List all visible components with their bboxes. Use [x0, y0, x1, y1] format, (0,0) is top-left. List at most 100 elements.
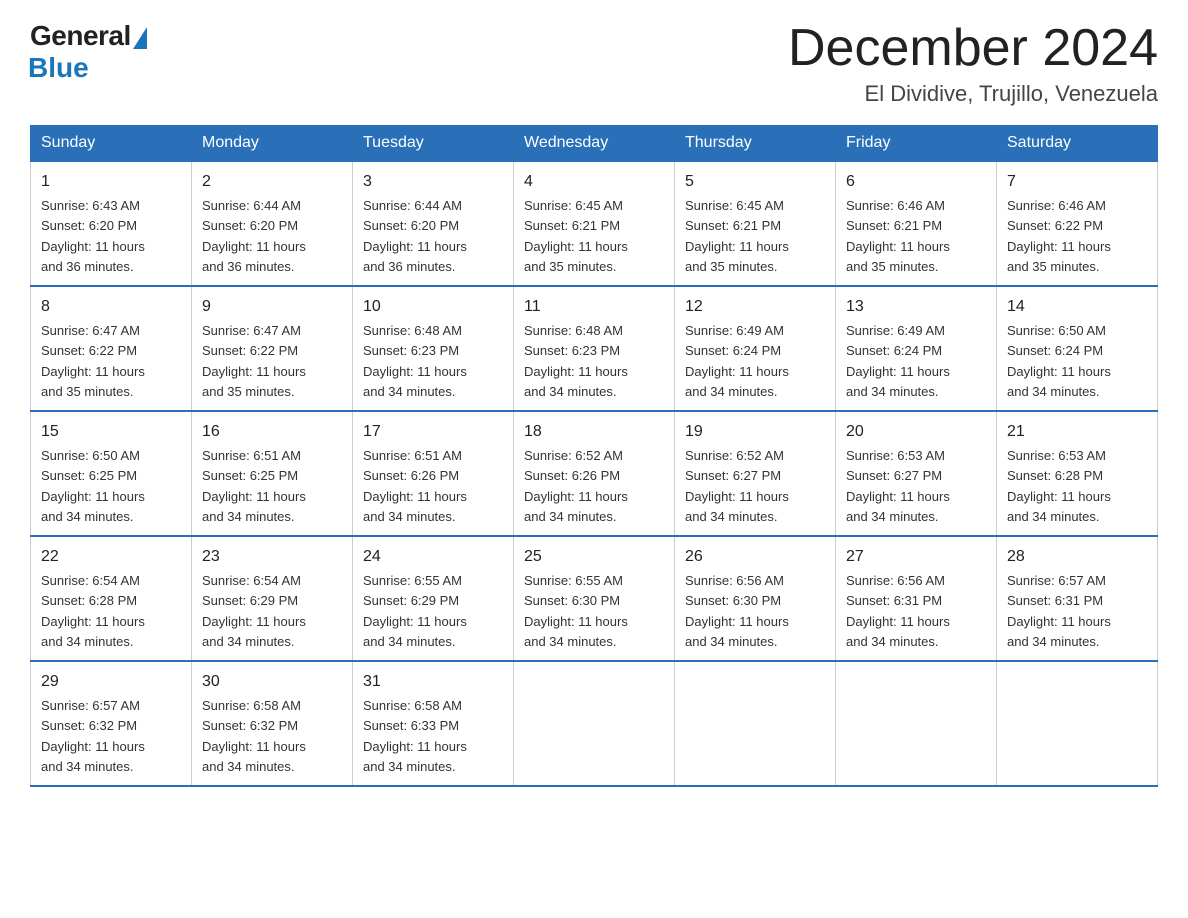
- calendar-cell: 24 Sunrise: 6:55 AMSunset: 6:29 PMDaylig…: [353, 536, 514, 661]
- header-day-thursday: Thursday: [675, 126, 836, 162]
- day-number: 7: [1007, 170, 1147, 194]
- week-row-4: 22 Sunrise: 6:54 AMSunset: 6:28 PMDaylig…: [31, 536, 1158, 661]
- day-info: Sunrise: 6:45 AMSunset: 6:21 PMDaylight:…: [685, 198, 789, 274]
- day-info: Sunrise: 6:43 AMSunset: 6:20 PMDaylight:…: [41, 198, 145, 274]
- day-info: Sunrise: 6:51 AMSunset: 6:25 PMDaylight:…: [202, 448, 306, 524]
- day-info: Sunrise: 6:56 AMSunset: 6:31 PMDaylight:…: [846, 573, 950, 649]
- day-number: 4: [524, 170, 664, 194]
- day-info: Sunrise: 6:44 AMSunset: 6:20 PMDaylight:…: [202, 198, 306, 274]
- calendar-header: SundayMondayTuesdayWednesdayThursdayFrid…: [31, 126, 1158, 162]
- calendar-cell: 11 Sunrise: 6:48 AMSunset: 6:23 PMDaylig…: [514, 286, 675, 411]
- day-number: 23: [202, 545, 342, 569]
- calendar-cell: 25 Sunrise: 6:55 AMSunset: 6:30 PMDaylig…: [514, 536, 675, 661]
- day-number: 17: [363, 420, 503, 444]
- calendar-cell: 29 Sunrise: 6:57 AMSunset: 6:32 PMDaylig…: [31, 661, 192, 786]
- day-number: 12: [685, 295, 825, 319]
- day-info: Sunrise: 6:54 AMSunset: 6:28 PMDaylight:…: [41, 573, 145, 649]
- week-row-3: 15 Sunrise: 6:50 AMSunset: 6:25 PMDaylig…: [31, 411, 1158, 536]
- day-info: Sunrise: 6:58 AMSunset: 6:32 PMDaylight:…: [202, 698, 306, 774]
- day-info: Sunrise: 6:50 AMSunset: 6:25 PMDaylight:…: [41, 448, 145, 524]
- day-number: 22: [41, 545, 181, 569]
- calendar-cell: [514, 661, 675, 786]
- day-number: 28: [1007, 545, 1147, 569]
- day-number: 9: [202, 295, 342, 319]
- day-number: 29: [41, 670, 181, 694]
- day-number: 16: [202, 420, 342, 444]
- logo-general-text: General: [30, 20, 131, 52]
- day-number: 10: [363, 295, 503, 319]
- calendar-cell: 31 Sunrise: 6:58 AMSunset: 6:33 PMDaylig…: [353, 661, 514, 786]
- day-info: Sunrise: 6:47 AMSunset: 6:22 PMDaylight:…: [41, 323, 145, 399]
- calendar-cell: 23 Sunrise: 6:54 AMSunset: 6:29 PMDaylig…: [192, 536, 353, 661]
- logo-blue-text: Blue: [28, 52, 89, 84]
- day-info: Sunrise: 6:45 AMSunset: 6:21 PMDaylight:…: [524, 198, 628, 274]
- day-number: 25: [524, 545, 664, 569]
- month-title: December 2024: [788, 20, 1158, 77]
- day-info: Sunrise: 6:48 AMSunset: 6:23 PMDaylight:…: [524, 323, 628, 399]
- day-info: Sunrise: 6:46 AMSunset: 6:22 PMDaylight:…: [1007, 198, 1111, 274]
- day-info: Sunrise: 6:57 AMSunset: 6:32 PMDaylight:…: [41, 698, 145, 774]
- day-number: 5: [685, 170, 825, 194]
- day-info: Sunrise: 6:54 AMSunset: 6:29 PMDaylight:…: [202, 573, 306, 649]
- logo: General Blue: [30, 20, 147, 84]
- day-info: Sunrise: 6:49 AMSunset: 6:24 PMDaylight:…: [846, 323, 950, 399]
- day-number: 2: [202, 170, 342, 194]
- day-number: 14: [1007, 295, 1147, 319]
- calendar-cell: 1 Sunrise: 6:43 AMSunset: 6:20 PMDayligh…: [31, 161, 192, 286]
- calendar-cell: 9 Sunrise: 6:47 AMSunset: 6:22 PMDayligh…: [192, 286, 353, 411]
- header-row: SundayMondayTuesdayWednesdayThursdayFrid…: [31, 126, 1158, 162]
- day-number: 11: [524, 295, 664, 319]
- day-number: 3: [363, 170, 503, 194]
- calendar-cell: 21 Sunrise: 6:53 AMSunset: 6:28 PMDaylig…: [997, 411, 1158, 536]
- calendar-cell: 3 Sunrise: 6:44 AMSunset: 6:20 PMDayligh…: [353, 161, 514, 286]
- calendar-cell: [836, 661, 997, 786]
- day-info: Sunrise: 6:53 AMSunset: 6:28 PMDaylight:…: [1007, 448, 1111, 524]
- day-info: Sunrise: 6:51 AMSunset: 6:26 PMDaylight:…: [363, 448, 467, 524]
- page-header: General Blue December 2024 El Dividive, …: [30, 20, 1158, 107]
- day-info: Sunrise: 6:58 AMSunset: 6:33 PMDaylight:…: [363, 698, 467, 774]
- week-row-2: 8 Sunrise: 6:47 AMSunset: 6:22 PMDayligh…: [31, 286, 1158, 411]
- calendar-cell: [997, 661, 1158, 786]
- day-info: Sunrise: 6:56 AMSunset: 6:30 PMDaylight:…: [685, 573, 789, 649]
- header-day-monday: Monday: [192, 126, 353, 162]
- calendar-cell: 27 Sunrise: 6:56 AMSunset: 6:31 PMDaylig…: [836, 536, 997, 661]
- day-number: 26: [685, 545, 825, 569]
- calendar-cell: 12 Sunrise: 6:49 AMSunset: 6:24 PMDaylig…: [675, 286, 836, 411]
- day-number: 8: [41, 295, 181, 319]
- logo-triangle-icon: [133, 27, 147, 49]
- calendar-cell: [675, 661, 836, 786]
- calendar-cell: 6 Sunrise: 6:46 AMSunset: 6:21 PMDayligh…: [836, 161, 997, 286]
- week-row-1: 1 Sunrise: 6:43 AMSunset: 6:20 PMDayligh…: [31, 161, 1158, 286]
- calendar-cell: 10 Sunrise: 6:48 AMSunset: 6:23 PMDaylig…: [353, 286, 514, 411]
- calendar-cell: 13 Sunrise: 6:49 AMSunset: 6:24 PMDaylig…: [836, 286, 997, 411]
- day-number: 31: [363, 670, 503, 694]
- calendar-cell: 28 Sunrise: 6:57 AMSunset: 6:31 PMDaylig…: [997, 536, 1158, 661]
- day-number: 6: [846, 170, 986, 194]
- header-day-friday: Friday: [836, 126, 997, 162]
- calendar-cell: 4 Sunrise: 6:45 AMSunset: 6:21 PMDayligh…: [514, 161, 675, 286]
- calendar-cell: 15 Sunrise: 6:50 AMSunset: 6:25 PMDaylig…: [31, 411, 192, 536]
- calendar-cell: 5 Sunrise: 6:45 AMSunset: 6:21 PMDayligh…: [675, 161, 836, 286]
- day-info: Sunrise: 6:55 AMSunset: 6:29 PMDaylight:…: [363, 573, 467, 649]
- calendar-cell: 8 Sunrise: 6:47 AMSunset: 6:22 PMDayligh…: [31, 286, 192, 411]
- day-number: 24: [363, 545, 503, 569]
- calendar-cell: 30 Sunrise: 6:58 AMSunset: 6:32 PMDaylig…: [192, 661, 353, 786]
- day-info: Sunrise: 6:47 AMSunset: 6:22 PMDaylight:…: [202, 323, 306, 399]
- day-number: 15: [41, 420, 181, 444]
- calendar-cell: 19 Sunrise: 6:52 AMSunset: 6:27 PMDaylig…: [675, 411, 836, 536]
- calendar-cell: 20 Sunrise: 6:53 AMSunset: 6:27 PMDaylig…: [836, 411, 997, 536]
- day-number: 18: [524, 420, 664, 444]
- day-info: Sunrise: 6:52 AMSunset: 6:26 PMDaylight:…: [524, 448, 628, 524]
- day-info: Sunrise: 6:44 AMSunset: 6:20 PMDaylight:…: [363, 198, 467, 274]
- calendar-cell: 22 Sunrise: 6:54 AMSunset: 6:28 PMDaylig…: [31, 536, 192, 661]
- day-number: 27: [846, 545, 986, 569]
- calendar-cell: 26 Sunrise: 6:56 AMSunset: 6:30 PMDaylig…: [675, 536, 836, 661]
- day-info: Sunrise: 6:57 AMSunset: 6:31 PMDaylight:…: [1007, 573, 1111, 649]
- week-row-5: 29 Sunrise: 6:57 AMSunset: 6:32 PMDaylig…: [31, 661, 1158, 786]
- day-info: Sunrise: 6:53 AMSunset: 6:27 PMDaylight:…: [846, 448, 950, 524]
- calendar-cell: 2 Sunrise: 6:44 AMSunset: 6:20 PMDayligh…: [192, 161, 353, 286]
- calendar-cell: 17 Sunrise: 6:51 AMSunset: 6:26 PMDaylig…: [353, 411, 514, 536]
- day-info: Sunrise: 6:50 AMSunset: 6:24 PMDaylight:…: [1007, 323, 1111, 399]
- calendar-table: SundayMondayTuesdayWednesdayThursdayFrid…: [30, 125, 1158, 787]
- day-number: 21: [1007, 420, 1147, 444]
